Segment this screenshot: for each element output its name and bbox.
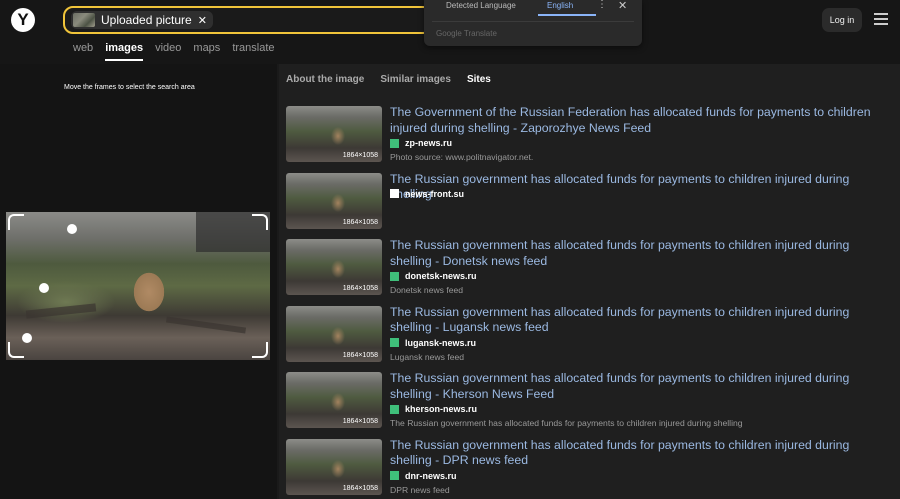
english-language-option[interactable]: English xyxy=(547,1,573,10)
result-description: DPR news feed xyxy=(390,484,450,495)
result-thumbnail[interactable]: 1864×1058 xyxy=(286,372,382,428)
result-thumbnail[interactable]: 1864×1058 xyxy=(286,239,382,295)
tab-translate[interactable]: translate xyxy=(232,42,274,61)
list-item: 1864×1058 The Russian government has all… xyxy=(286,371,892,438)
result-thumbnail[interactable]: 1864×1058 xyxy=(286,305,382,362)
close-icon[interactable]: ✕ xyxy=(198,14,207,27)
tab-sites[interactable]: Sites xyxy=(467,74,491,85)
result-site-link[interactable]: zp-news.ru xyxy=(390,138,452,148)
sites-results-list: 1864×1058 The Government of the Russian … xyxy=(286,105,892,499)
result-title-link[interactable]: The Russian government has allocated fun… xyxy=(390,238,888,269)
image-dimensions: 1864×1058 xyxy=(342,285,378,292)
site-domain: lugansk-news.ru xyxy=(405,337,477,348)
image-dimensions: 1864×1058 xyxy=(342,418,378,425)
more-options-icon[interactable]: ⋮ xyxy=(597,0,607,10)
crop-frame-top-right[interactable] xyxy=(252,214,268,230)
list-item: 1864×1058 The Russian government has all… xyxy=(286,305,892,372)
detected-language-option[interactable]: Detected Language xyxy=(446,1,516,10)
result-site-link[interactable]: news-front.su xyxy=(390,189,464,199)
list-item: 1864×1058 The Russian government has all… xyxy=(286,438,892,499)
uploaded-picture-chip[interactable]: Uploaded picture ✕ xyxy=(71,11,213,29)
chip-label: Uploaded picture xyxy=(101,13,192,27)
site-favicon-icon xyxy=(390,404,399,414)
result-title-link[interactable]: The Russian government has allocated fun… xyxy=(390,371,888,402)
search-box[interactable]: Uploaded picture ✕ xyxy=(63,6,433,34)
list-item: 1864×1058 The Russian government has all… xyxy=(286,172,892,239)
image-dimensions: 1864×1058 xyxy=(342,218,378,226)
site-domain: zp-news.ru xyxy=(405,138,453,148)
search-vertical-tabs: web images video maps translate xyxy=(73,42,275,61)
tab-similar-images[interactable]: Similar images xyxy=(380,74,451,85)
translate-popup: Detected Language English ⋮ ✕ Google Tra… xyxy=(424,0,642,46)
image-dimensions: 1864×1058 xyxy=(342,152,378,159)
result-description: Donetsk news feed xyxy=(390,285,464,295)
tab-video[interactable]: video xyxy=(155,42,181,61)
object-hotspot[interactable] xyxy=(39,283,49,293)
login-button[interactable]: Log in xyxy=(822,8,862,32)
site-domain: kherson-news.ru xyxy=(405,404,478,414)
uploaded-picture-thumbnail xyxy=(73,13,95,27)
tab-web[interactable]: web xyxy=(73,42,93,61)
google-translate-brand: Google Translate xyxy=(436,29,497,38)
result-tabs: About the image Similar images Sites xyxy=(286,74,491,85)
image-dimensions: 1864×1058 xyxy=(342,351,378,359)
result-site-link[interactable]: donetsk-news.ru xyxy=(390,271,477,281)
close-icon[interactable]: ✕ xyxy=(618,0,627,12)
results-pane: About the image Similar images Sites 186… xyxy=(279,64,900,499)
site-favicon-icon xyxy=(390,138,399,148)
menu-icon[interactable] xyxy=(874,13,888,25)
result-site-link[interactable]: dnr-news.ru xyxy=(390,471,457,481)
result-site-link[interactable]: kherson-news.ru xyxy=(390,404,477,414)
tab-images[interactable]: images xyxy=(105,42,144,61)
result-title-link[interactable]: The Government of the Russian Federation… xyxy=(390,105,888,136)
site-favicon-icon xyxy=(390,338,399,347)
active-language-underline xyxy=(538,14,596,16)
site-domain: news-front.su xyxy=(405,188,465,199)
site-favicon-icon xyxy=(390,189,399,198)
result-title-link[interactable]: The Russian government has allocated fun… xyxy=(390,172,888,203)
list-item: 1864×1058 The Government of the Russian … xyxy=(286,105,892,172)
object-hotspot[interactable] xyxy=(67,224,77,234)
result-description: The Russian government has allocated fun… xyxy=(390,418,743,428)
rubble xyxy=(165,316,247,334)
site-domain: dnr-news.ru xyxy=(405,470,457,481)
crop-frame-bottom-left[interactable] xyxy=(8,342,24,358)
result-description: Lugansk news feed xyxy=(390,351,465,362)
tab-about-the-image[interactable]: About the image xyxy=(286,74,364,85)
result-thumbnail[interactable]: 1864×1058 xyxy=(286,438,382,495)
result-thumbnail[interactable]: 1864×1058 xyxy=(286,172,382,229)
result-site-link[interactable]: lugansk-news.ru xyxy=(390,338,476,348)
image-dimensions: 1864×1058 xyxy=(342,484,378,492)
site-domain: donetsk-news.ru xyxy=(405,271,477,281)
object-hotspot[interactable] xyxy=(22,333,32,343)
site-favicon-icon xyxy=(390,271,399,281)
site-favicon-icon xyxy=(390,471,399,480)
image-selection-pane: Move the frames to select the search are… xyxy=(0,64,277,499)
result-title-link[interactable]: The Russian government has allocated fun… xyxy=(390,438,888,469)
selection-hint: Move the frames to select the search are… xyxy=(64,84,195,91)
crop-frame-bottom-right[interactable] xyxy=(252,342,268,358)
result-title-link[interactable]: The Russian government has allocated fun… xyxy=(390,305,888,336)
yandex-logo[interactable]: Y xyxy=(11,8,35,32)
list-item: 1864×1058 The Russian government has all… xyxy=(286,238,892,305)
tab-maps[interactable]: maps xyxy=(193,42,220,61)
result-description: Photo source: www.politnavigator.net. xyxy=(390,152,534,162)
result-thumbnail[interactable]: 1864×1058 xyxy=(286,106,382,162)
divider xyxy=(432,21,634,22)
uploaded-image[interactable] xyxy=(6,212,270,360)
rubble xyxy=(25,303,97,319)
crop-frame-top-left[interactable] xyxy=(8,214,24,230)
